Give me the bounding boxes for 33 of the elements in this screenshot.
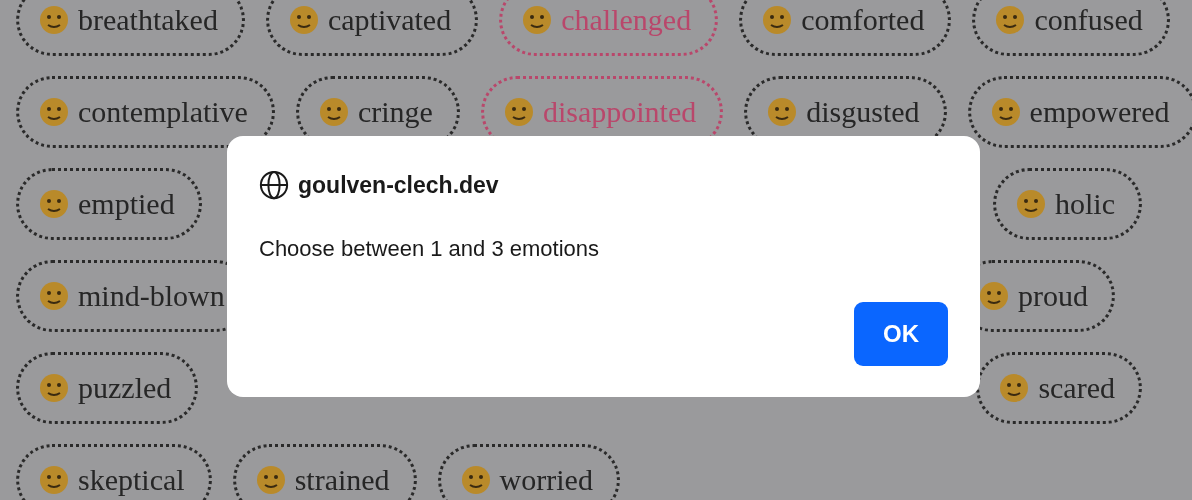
ok-button[interactable]: OK xyxy=(854,302,948,366)
emoji-icon xyxy=(522,5,553,35)
emoji-icon xyxy=(39,5,69,35)
emotion-chip[interactable]: breathtaked xyxy=(16,0,245,56)
emoji-icon xyxy=(255,465,286,495)
emoji-icon xyxy=(762,5,793,35)
emoji-icon xyxy=(39,281,69,311)
emoji-icon xyxy=(979,281,1009,311)
emotion-chip[interactable]: holic xyxy=(993,168,1142,240)
emoji-icon xyxy=(995,5,1026,35)
emoji-icon xyxy=(767,97,798,127)
emotion-chip[interactable]: captivated xyxy=(265,0,479,56)
emoji-icon xyxy=(288,5,319,35)
emoji-icon xyxy=(39,189,69,219)
dialog-message: Choose between 1 and 3 emotions xyxy=(259,236,600,262)
emoji-icon xyxy=(503,97,534,127)
emoji-icon xyxy=(39,97,69,127)
emotion-chip[interactable]: worried xyxy=(437,444,620,500)
emoji-icon xyxy=(460,465,491,495)
emotion-chip[interactable]: confused xyxy=(972,0,1170,56)
emoji-icon xyxy=(318,97,349,127)
emotion-chip[interactable]: comforted xyxy=(739,0,952,56)
emotion-chip[interactable]: emptied xyxy=(16,168,202,240)
emoji-icon xyxy=(999,373,1030,403)
site-title: goulven-clech.dev xyxy=(298,171,499,199)
emoji-icon xyxy=(39,465,69,495)
globe-icon xyxy=(259,170,289,200)
emotion-chip[interactable]: skeptical xyxy=(16,444,212,500)
emotion-chip[interactable]: puzzled xyxy=(16,352,199,424)
emotion-chip[interactable]: strained xyxy=(232,444,417,500)
emoji-icon xyxy=(1016,189,1046,219)
emoji-icon xyxy=(990,97,1021,127)
emoji-icon xyxy=(39,373,69,403)
